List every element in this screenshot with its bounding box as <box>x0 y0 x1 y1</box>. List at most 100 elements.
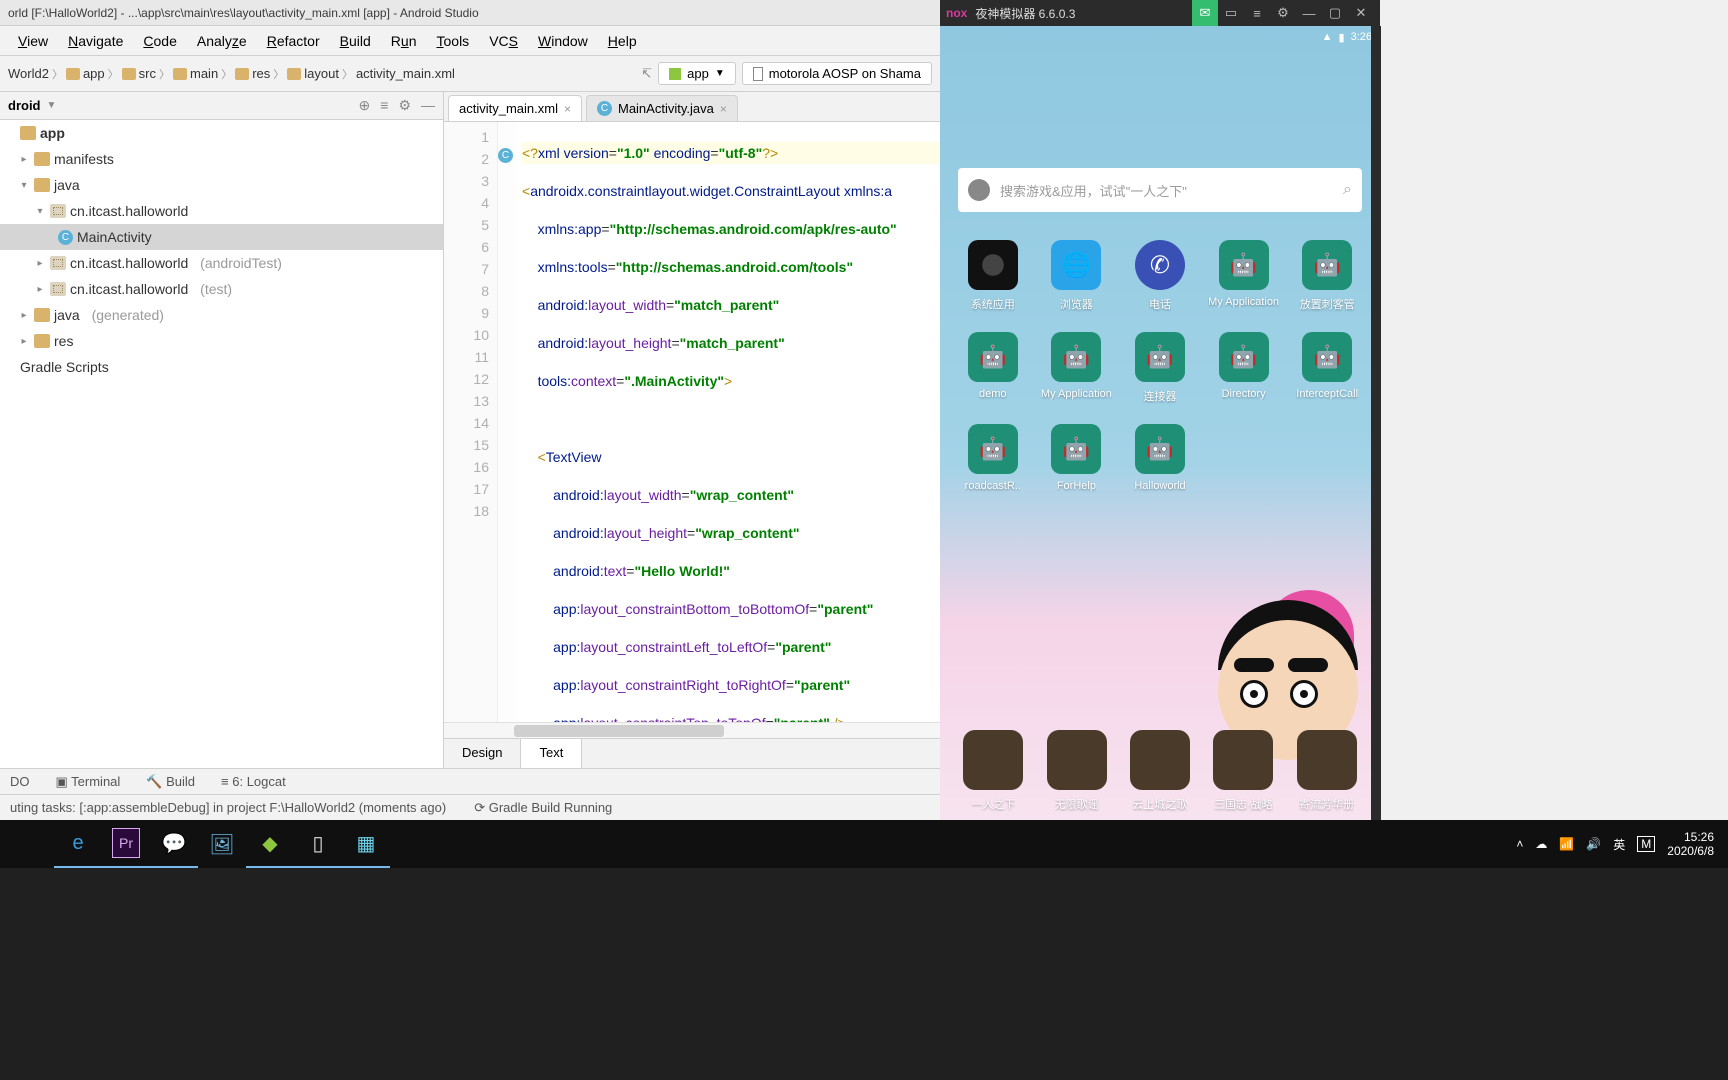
app-icon <box>1297 730 1357 790</box>
tree-node-package[interactable]: ▸cn.itcast.halloworld (androidTest) <box>0 250 443 276</box>
fold-column[interactable]: C <box>498 122 516 722</box>
taskbar-app-edge[interactable]: e <box>54 820 102 868</box>
gear-icon[interactable]: ⚙ <box>398 97 411 114</box>
menu-vcs[interactable]: VCS <box>479 33 528 49</box>
gear-icon[interactable]: ⚙ <box>1270 0 1296 26</box>
tray-chevron-icon[interactable]: ˄ <box>1516 837 1523 851</box>
close-icon[interactable]: × <box>720 102 727 116</box>
tree-node-manifests[interactable]: ▸manifests <box>0 146 443 172</box>
emulator-titlebar[interactable]: nox 夜神模拟器 6.6.0.3 ✉ ▭ ≡ ⚙ — ▢ ✕ <box>940 0 1380 26</box>
menu-tools[interactable]: Tools <box>427 33 480 49</box>
ad-icon[interactable]: ✉ <box>1192 0 1218 26</box>
dock-app[interactable]: 云上城之歌 <box>1130 730 1190 812</box>
editor-tab-activity-main[interactable]: activity_main.xml× <box>448 95 582 121</box>
menu-refactor[interactable]: Refactor <box>257 33 330 49</box>
tree-node-package[interactable]: ▸cn.itcast.halloworld (test) <box>0 276 443 302</box>
tray-wifi-icon[interactable]: 📶 <box>1559 837 1574 851</box>
emulator-screen[interactable]: ▲ ▮ 3:26 搜索游戏&应用，试试"一人之下" ⌕ 系统应用 🌐浏览器 ✆电… <box>940 26 1380 820</box>
editor-tab-mainactivity[interactable]: CMainActivity.java× <box>586 95 738 121</box>
taskbar-app-premiere[interactable]: Pr <box>102 820 150 868</box>
close-icon[interactable]: ✕ <box>1348 0 1374 26</box>
app-shortcut[interactable]: 🌐浏览器 <box>1038 240 1116 312</box>
line-gutter[interactable]: 123456789101112131415161718 <box>444 122 498 722</box>
scrollbar-thumb[interactable] <box>514 725 724 737</box>
app-shortcut[interactable]: roadcastR.. <box>954 424 1032 492</box>
code-area[interactable]: <?xml version="1.0" encoding="utf-8"?> <… <box>516 122 940 722</box>
home-search-bar[interactable]: 搜索游戏&应用，试试"一人之下" ⌕ <box>958 168 1362 212</box>
app-shortcut[interactable]: 连接器 <box>1121 332 1199 404</box>
collapse-icon[interactable]: — <box>421 97 435 114</box>
tree-node-res[interactable]: ▸res <box>0 328 443 354</box>
project-tree[interactable]: app ▸manifests ▾java ▾cn.itcast.hallowor… <box>0 120 443 768</box>
maximize-icon[interactable]: ▢ <box>1322 0 1348 26</box>
app-shortcut[interactable]: 放置刺客管 <box>1288 240 1366 312</box>
breadcrumb[interactable]: World2〉 app〉 src〉 main〉 res〉 layout〉 act… <box>8 66 455 82</box>
logcat-tool-button[interactable]: ≡ 6: Logcat <box>221 774 286 789</box>
tray-input-icon[interactable]: M <box>1637 836 1655 852</box>
app-shortcut[interactable]: My Application <box>1205 240 1283 312</box>
tray-ime-indicator[interactable]: 英 <box>1613 836 1625 853</box>
chevron-down-icon[interactable]: ▼ <box>47 100 57 111</box>
app-shortcut[interactable]: My Application <box>1038 332 1116 404</box>
taskbar-app-document[interactable]: ▯ <box>294 820 342 868</box>
menu-navigate[interactable]: Navigate <box>58 33 133 49</box>
app-shortcut[interactable]: InterceptCall <box>1288 332 1366 404</box>
tree-node-java-gen[interactable]: ▸java (generated) <box>0 302 443 328</box>
app-icon <box>1302 240 1352 290</box>
tree-node-gradle-scripts[interactable]: Gradle Scripts <box>0 354 443 380</box>
package-icon <box>50 256 66 270</box>
taskbar-app-photos[interactable]: 🖼 <box>198 820 246 868</box>
menu-run[interactable]: Run <box>381 33 427 49</box>
editor-hscrollbar[interactable] <box>444 722 940 738</box>
taskbar-app-android-studio[interactable]: ◆ <box>246 820 294 868</box>
todo-tool-button[interactable]: DO <box>10 774 30 789</box>
app-shortcut[interactable]: Directory <box>1205 332 1283 404</box>
code-editor[interactable]: 123456789101112131415161718 C <?xml vers… <box>444 122 940 722</box>
build-tool-button[interactable]: 🔨 Build <box>146 774 195 790</box>
terminal-tool-button[interactable]: ▣ Terminal <box>56 774 121 790</box>
menu-help[interactable]: Help <box>598 33 647 49</box>
tray-volume-icon[interactable]: 🔊 <box>1586 837 1601 851</box>
design-tab[interactable]: Design <box>444 739 521 768</box>
tray-cloud-icon[interactable]: ☁ <box>1535 837 1547 851</box>
system-tray[interactable]: ˄ ☁ 📶 🔊 英 M 15:262020/6/8 <box>1516 830 1722 859</box>
app-shortcut[interactable]: ✆电话 <box>1121 240 1199 312</box>
dock-app[interactable]: 一人之下 <box>963 730 1023 812</box>
menu-build[interactable]: Build <box>330 33 381 49</box>
app-shortcut[interactable]: demo <box>954 332 1032 404</box>
menu-code[interactable]: Code <box>133 33 186 49</box>
dock-app[interactable]: 三国志·战略 <box>1213 730 1273 812</box>
tree-node-java[interactable]: ▾java <box>0 172 443 198</box>
text-tab[interactable]: Text <box>521 739 582 768</box>
target-icon[interactable]: ⊕ <box>359 97 371 114</box>
filter-icon[interactable]: ≡ <box>380 97 388 114</box>
multi-instance-icon[interactable]: ▭ <box>1218 0 1244 26</box>
ide-titlebar[interactable]: orld [F:\HalloWorld2] - ...\app\src\main… <box>0 0 940 26</box>
device-selector[interactable]: motorola AOSP on Shama <box>742 62 932 85</box>
cortana-button[interactable] <box>6 820 54 868</box>
emulator-sidebar[interactable] <box>1371 26 1381 820</box>
class-gutter-icon[interactable]: C <box>498 148 513 163</box>
taskbar-app-nox[interactable]: ▦ <box>342 820 390 868</box>
menu-icon[interactable]: ≡ <box>1244 0 1270 26</box>
dock-app[interactable]: 无限歌谣 <box>1047 730 1107 812</box>
minimize-icon[interactable]: — <box>1296 0 1322 26</box>
close-icon[interactable]: × <box>564 102 571 116</box>
build-hammer-icon[interactable]: ↸ <box>641 66 652 82</box>
menu-analyze[interactable]: Analyze <box>187 33 257 49</box>
tray-clock[interactable]: 15:262020/6/8 <box>1667 830 1714 859</box>
project-panel-header[interactable]: droid ▼ ⊕ ≡ ⚙ — <box>0 92 443 120</box>
search-icon[interactable]: ⌕ <box>1343 181 1352 199</box>
tree-node-app[interactable]: app <box>0 120 443 146</box>
app-shortcut[interactable]: ForHelp <box>1038 424 1116 492</box>
tree-node-package[interactable]: ▾cn.itcast.halloworld <box>0 198 443 224</box>
taskbar-app-wechat[interactable]: 💬 <box>150 820 198 868</box>
app-shortcut[interactable]: 系统应用 <box>954 240 1032 312</box>
app-shortcut[interactable]: Halloworld <box>1121 424 1199 492</box>
run-config-selector[interactable]: app ▼ <box>658 62 736 85</box>
menu-window[interactable]: Window <box>528 33 598 49</box>
tree-node-class-mainactivity[interactable]: CMainActivity <box>0 224 443 250</box>
menu-view[interactable]: View <box>8 33 58 49</box>
dock-app[interactable]: 寄流芳华册 <box>1297 730 1357 812</box>
battery-icon: ▮ <box>1339 31 1345 44</box>
